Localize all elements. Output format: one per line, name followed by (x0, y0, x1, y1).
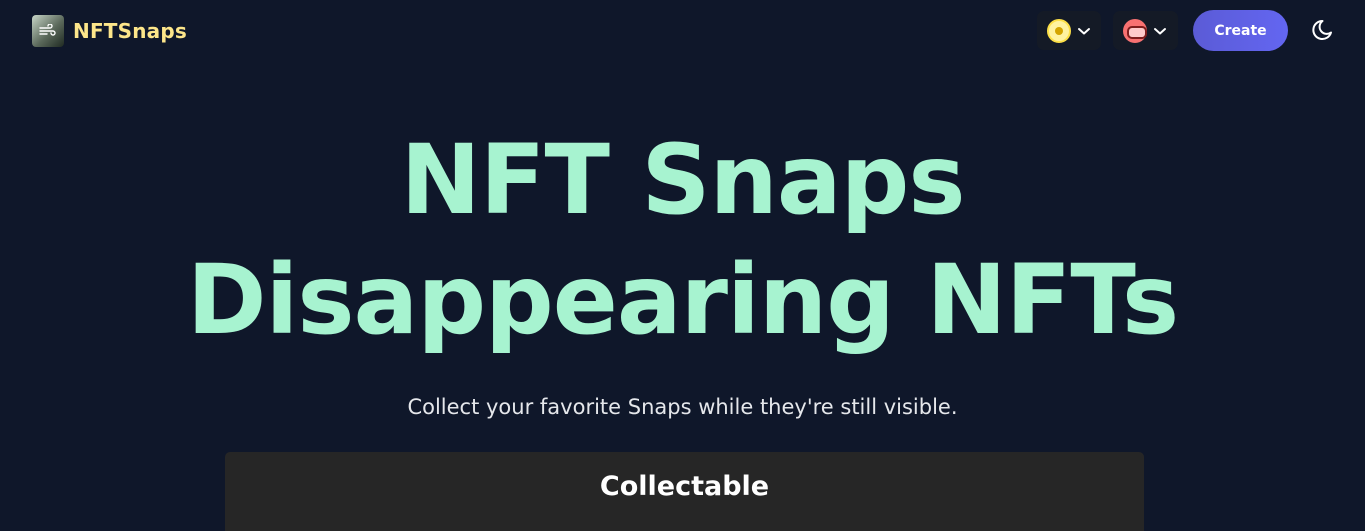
top-nav: NFTSnaps Create (0, 0, 1365, 62)
hero-subtitle: Collect your favorite Snaps while they'r… (407, 395, 958, 419)
moon-icon[interactable] (1311, 16, 1337, 42)
page: NFTSnaps Create NFT Snaps Disappearing N… (0, 0, 1365, 531)
chain-selector-secondary[interactable] (1113, 11, 1178, 50)
brand-name: NFTSnaps (73, 19, 188, 43)
chevron-down-icon (1154, 27, 1166, 34)
brand-link[interactable]: NFTSnaps (32, 15, 187, 47)
hero-title-line-1: NFT Snaps (400, 124, 966, 236)
wind-icon (32, 15, 64, 47)
chain-selector-primary[interactable] (1037, 11, 1101, 50)
pink-token-icon (1123, 18, 1147, 43)
section-title: Collectable (599, 471, 770, 502)
chevron-down-icon (1078, 27, 1090, 34)
yellow-token-icon (1047, 18, 1071, 43)
collectable-card: Collectable (225, 452, 1144, 531)
hero-title-line-2: Disappearing NFTs (186, 244, 1179, 356)
create-button[interactable]: Create (1193, 10, 1288, 51)
hero-title: NFT Snaps Disappearing NFTs (0, 120, 1365, 360)
